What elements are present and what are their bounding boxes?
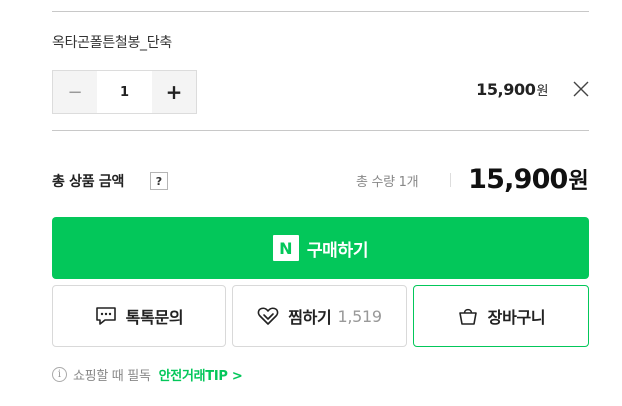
cart-label: 장바구니 xyxy=(487,308,546,327)
talk-inquiry-button[interactable]: 톡톡문의 xyxy=(52,285,226,347)
buy-button[interactable]: N 구매하기 xyxy=(52,217,589,279)
separator xyxy=(450,173,451,187)
total-price-unit: 원 xyxy=(568,169,589,194)
option-price: 15,900원 xyxy=(476,80,548,99)
quantity-value[interactable]: 1 xyxy=(97,71,152,113)
mid-divider xyxy=(52,130,589,131)
cart-button[interactable]: 장바구니 xyxy=(413,285,589,347)
minus-icon: − xyxy=(67,81,83,103)
total-quantity: 총 수량 1개 xyxy=(356,175,419,190)
top-divider xyxy=(52,11,589,12)
total-price: 15,900원 xyxy=(468,163,589,195)
zzim-label: 찜하기 xyxy=(288,308,332,327)
decrement-button[interactable]: − xyxy=(53,71,97,113)
zzim-count: 1,519 xyxy=(337,306,382,326)
info-icon: i xyxy=(52,367,67,382)
npay-logo: N xyxy=(272,235,299,261)
plus-icon: + xyxy=(165,80,183,104)
help-icon[interactable]: ? xyxy=(150,172,168,190)
safety-tip-link[interactable]: 안전거래TIP > xyxy=(159,365,243,384)
increment-button[interactable]: + xyxy=(152,71,196,113)
safety-tip-row: i 쇼핑할 때 필독 안전거래TIP > xyxy=(52,365,243,384)
option-price-unit: 원 xyxy=(536,84,548,99)
buy-button-label: 구매하기 xyxy=(306,240,369,261)
close-icon[interactable] xyxy=(572,80,590,98)
talk-inquiry-label: 톡톡문의 xyxy=(125,308,184,327)
quantity-stepper[interactable]: − 1 + xyxy=(52,70,197,114)
shopping-bag-icon xyxy=(457,306,479,326)
tip-text: 쇼핑할 때 필독 xyxy=(73,369,151,384)
option-name: 옥타곤폴튼철봉_단축 xyxy=(52,35,172,51)
chat-icon xyxy=(95,306,117,326)
heart-icon xyxy=(257,306,279,326)
zzim-button[interactable]: 찜하기 1,519 xyxy=(232,285,407,347)
total-price-label: 총 상품 금액 xyxy=(52,174,125,190)
option-price-value: 15,900 xyxy=(476,80,536,99)
total-price-value: 15,900 xyxy=(468,164,568,195)
